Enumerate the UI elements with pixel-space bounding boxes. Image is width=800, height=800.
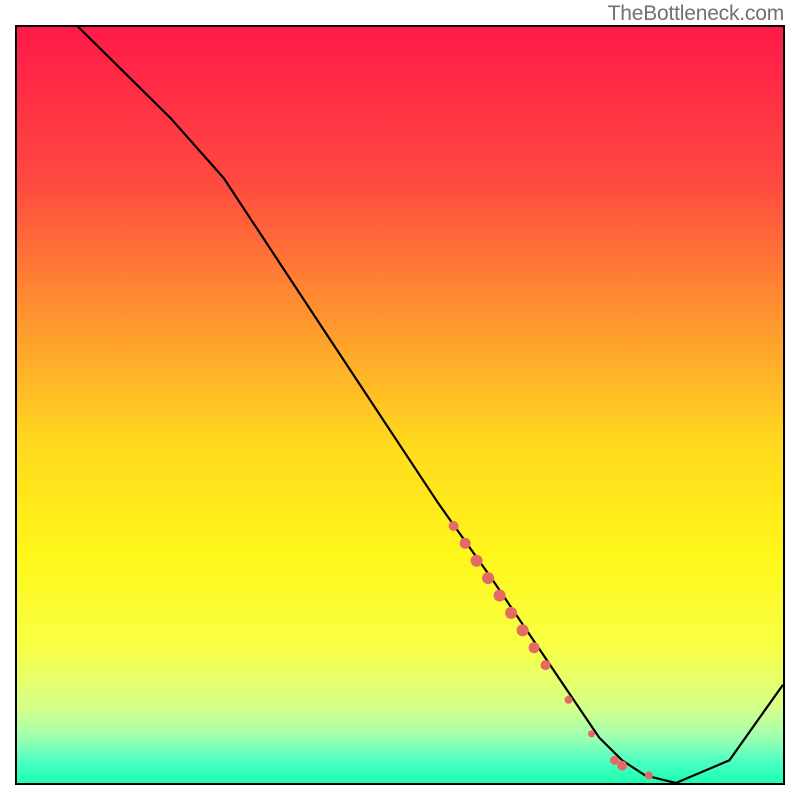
marker-dot xyxy=(460,538,471,549)
marker-dot xyxy=(494,590,506,602)
marker-dot xyxy=(482,572,494,584)
marker-dot xyxy=(529,642,540,653)
marker-dot xyxy=(505,607,517,619)
marker-dot xyxy=(471,555,483,567)
chart-frame: TheBottleneck.com xyxy=(0,0,800,800)
watermark-text: TheBottleneck.com xyxy=(608,2,784,26)
marker-dot xyxy=(517,624,529,636)
marker-dot xyxy=(588,730,595,737)
marker-dot xyxy=(565,696,573,704)
marker-dot xyxy=(541,660,551,670)
gradient-background xyxy=(17,27,783,783)
chart-svg xyxy=(17,27,783,783)
marker-dot xyxy=(645,771,653,779)
marker-dot xyxy=(617,761,627,771)
marker-dot xyxy=(449,521,459,531)
plot-area xyxy=(15,25,785,785)
